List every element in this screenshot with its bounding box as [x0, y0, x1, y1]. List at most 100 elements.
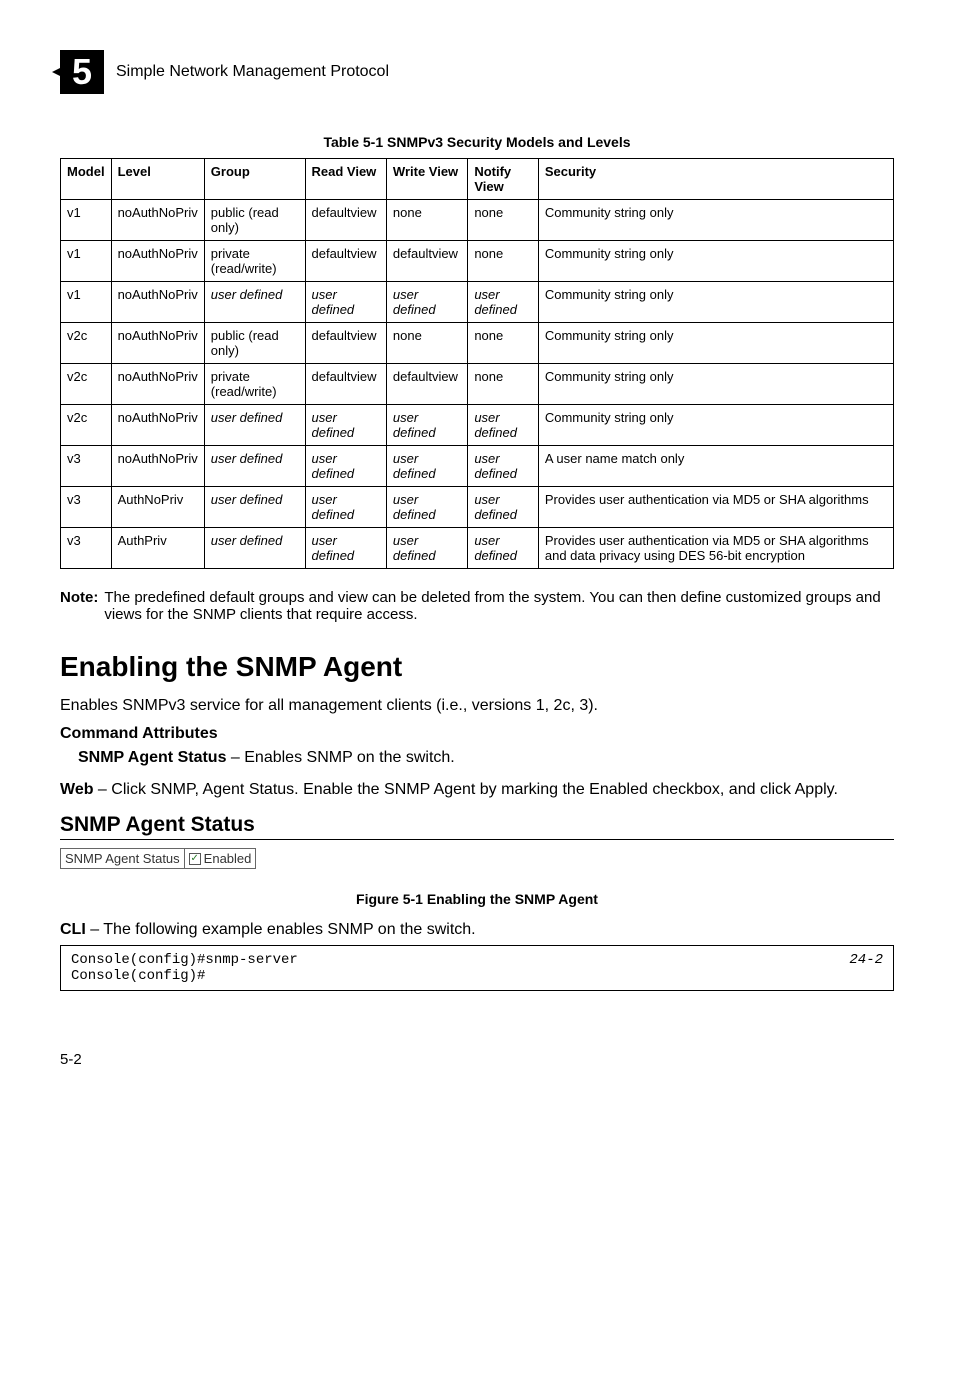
table-cell: v3 — [61, 528, 112, 569]
table-cell: user defined — [204, 282, 305, 323]
table-cell: defaultview — [386, 241, 467, 282]
table-cell: Community string only — [538, 241, 893, 282]
table-header-cell: Read View — [305, 159, 386, 200]
table-header-cell: Group — [204, 159, 305, 200]
table-row: v2cnoAuthNoPrivpublic (read only)default… — [61, 323, 894, 364]
table-cell: v3 — [61, 487, 112, 528]
table-cell: user defined — [468, 282, 539, 323]
table-cell: AuthNoPriv — [111, 487, 204, 528]
table-cell: defaultview — [386, 364, 467, 405]
table-cell: user defined — [305, 446, 386, 487]
enabled-checkbox[interactable]: ✓ — [189, 853, 201, 865]
table-row: v2cnoAuthNoPrivprivate (read/write)defau… — [61, 364, 894, 405]
table-header-cell: Level — [111, 159, 204, 200]
cli-label: CLI — [60, 921, 86, 938]
enabled-label: Enabled — [204, 851, 252, 866]
table-cell: user defined — [204, 487, 305, 528]
table-cell: v1 — [61, 241, 112, 282]
section-intro: Enables SNMPv3 service for all managemen… — [60, 697, 894, 715]
table-cell: none — [386, 323, 467, 364]
chapter-number: 5 — [72, 51, 92, 93]
cli-code-box: Console(config)#snmp-server Console(conf… — [60, 945, 894, 991]
table-cell: user defined — [204, 446, 305, 487]
table-cell: v2c — [61, 323, 112, 364]
table-cell: none — [386, 200, 467, 241]
table-cell: A user name match only — [538, 446, 893, 487]
table-cell: user defined — [386, 487, 467, 528]
table-cell: private (read/write) — [204, 241, 305, 282]
table-row: v2cnoAuthNoPrivuser defineduser definedu… — [61, 405, 894, 446]
table-cell: none — [468, 323, 539, 364]
table-cell: user defined — [204, 528, 305, 569]
table-cell: noAuthNoPriv — [111, 282, 204, 323]
table-cell: user defined — [386, 528, 467, 569]
table-cell: defaultview — [305, 323, 386, 364]
attr-desc: – Enables SNMP on the switch. — [226, 749, 454, 766]
table-row: v1noAuthNoPrivuser defineduser definedus… — [61, 282, 894, 323]
note-label: Note: — [60, 589, 98, 623]
table-cell: noAuthNoPriv — [111, 323, 204, 364]
note-text: The predefined default groups and view c… — [104, 589, 894, 623]
table-row: v1noAuthNoPrivprivate (read/write)defaul… — [61, 241, 894, 282]
table-row: v3noAuthNoPrivuser defineduser definedus… — [61, 446, 894, 487]
cli-text: – The following example enables SNMP on … — [86, 921, 476, 938]
snmp-agent-status-heading: SNMP Agent Status — [60, 813, 894, 837]
table-row: v1noAuthNoPrivpublic (read only)defaultv… — [61, 200, 894, 241]
table-cell: user defined — [468, 446, 539, 487]
table-cell: v2c — [61, 364, 112, 405]
table-header-cell: Model — [61, 159, 112, 200]
table-cell: v3 — [61, 446, 112, 487]
command-attribute-line: SNMP Agent Status – Enables SNMP on the … — [78, 749, 894, 767]
table-cell: user defined — [468, 405, 539, 446]
table-cell: defaultview — [305, 241, 386, 282]
table-cell: none — [468, 364, 539, 405]
command-attributes-heading: Command Attributes — [60, 725, 894, 743]
table-header-cell: Notify View — [468, 159, 539, 200]
divider — [60, 839, 894, 840]
table-cell: user defined — [386, 446, 467, 487]
table-cell: user defined — [468, 487, 539, 528]
status-cell-label: SNMP Agent Status — [61, 849, 185, 868]
table-cell: v2c — [61, 405, 112, 446]
figure-caption: Figure 5-1 Enabling the SNMP Agent — [60, 891, 894, 907]
web-text: – Click SNMP, Agent Status. Enable the S… — [93, 781, 837, 798]
table-cell: user defined — [386, 282, 467, 323]
table-cell: user defined — [204, 405, 305, 446]
table-cell: user defined — [305, 405, 386, 446]
web-instructions: Web – Click SNMP, Agent Status. Enable t… — [60, 781, 894, 799]
table-cell: user defined — [468, 528, 539, 569]
chapter-badge: 5 — [60, 50, 104, 94]
status-cell-enabled: ✓ Enabled — [185, 849, 256, 868]
page-number: 5-2 — [60, 1051, 894, 1068]
table-cell: noAuthNoPriv — [111, 241, 204, 282]
table-cell: user defined — [305, 282, 386, 323]
table-cell: noAuthNoPriv — [111, 200, 204, 241]
attr-name: SNMP Agent Status — [78, 749, 226, 766]
table-cell: Provides user authentication via MD5 or … — [538, 487, 893, 528]
table-header-cell: Write View — [386, 159, 467, 200]
table-cell: none — [468, 200, 539, 241]
table-cell: defaultview — [305, 200, 386, 241]
table-cell: user defined — [305, 528, 386, 569]
table-cell: noAuthNoPriv — [111, 405, 204, 446]
security-table: ModelLevelGroupRead ViewWrite ViewNotify… — [60, 158, 894, 569]
table-row: v3AuthPrivuser defineduser defineduser d… — [61, 528, 894, 569]
table-cell: Community string only — [538, 364, 893, 405]
cli-code: Console(config)#snmp-server Console(conf… — [71, 952, 298, 984]
cli-instructions: CLI – The following example enables SNMP… — [60, 921, 894, 939]
table-cell: noAuthNoPriv — [111, 364, 204, 405]
table-cell: defaultview — [305, 364, 386, 405]
table-cell: user defined — [386, 405, 467, 446]
table-cell: private (read/write) — [204, 364, 305, 405]
table-cell: Community string only — [538, 200, 893, 241]
snmp-agent-status-widget: SNMP Agent Status ✓ Enabled — [60, 848, 256, 869]
table-cell: Community string only — [538, 282, 893, 323]
table-cell: Community string only — [538, 323, 893, 364]
note-block: Note: The predefined default groups and … — [60, 589, 894, 623]
table-cell: user defined — [305, 487, 386, 528]
table-caption: Table 5-1 SNMPv3 Security Models and Lev… — [60, 134, 894, 150]
table-cell: noAuthNoPriv — [111, 446, 204, 487]
table-cell: public (read only) — [204, 200, 305, 241]
table-header-cell: Security — [538, 159, 893, 200]
cli-reference: 24-2 — [837, 952, 883, 984]
